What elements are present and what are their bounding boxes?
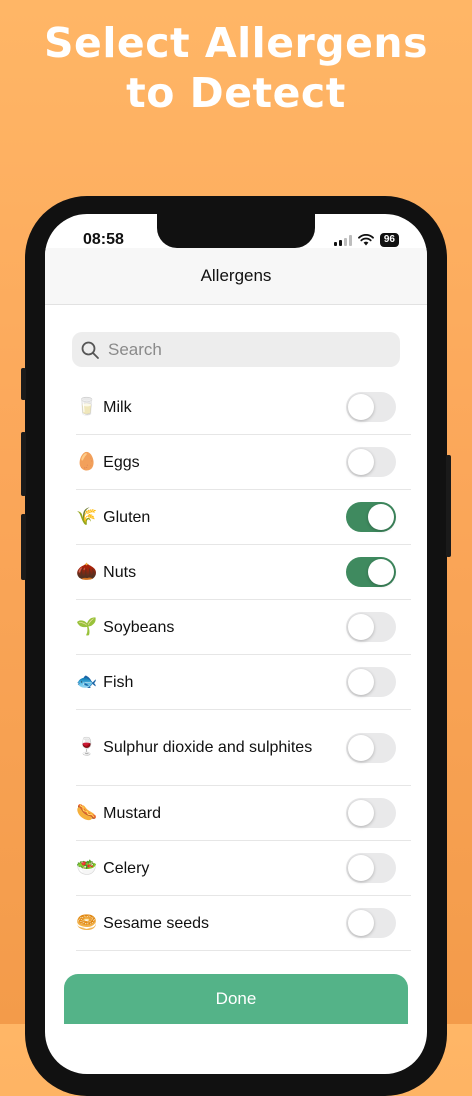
allergen-toggle[interactable] (346, 798, 396, 828)
allergen-toggle[interactable] (346, 612, 396, 642)
allergen-name: Soybeans (103, 618, 175, 636)
allergen-name: Sesame seeds (103, 914, 210, 932)
allergen-name: Mustard (103, 804, 161, 822)
allergen-row: 🥗 Celery (76, 841, 411, 896)
toggle-knob (348, 855, 374, 881)
allergen-emoji-icon: 🥗 (76, 857, 98, 878)
allergen-toggle[interactable] (346, 732, 396, 763)
allergen-label: 🥗 Celery (76, 856, 326, 881)
allergen-label: 🥛 Milk (76, 395, 326, 420)
allergen-emoji-icon: 🌰 (76, 561, 98, 582)
allergen-label: 🌾 Gluten (76, 505, 326, 530)
allergen-name: Milk (103, 398, 132, 416)
toggle-knob (348, 910, 374, 936)
allergen-list: 🥛 Milk 🥚 Eggs 🌾 Gluten 🌰 Nuts 🌱 Soybeans 🐟 Fish 🍷 Sul… (76, 380, 411, 951)
allergen-toggle[interactable] (346, 502, 396, 532)
allergen-toggle[interactable] (346, 447, 396, 477)
cellular-signal-icon (333, 234, 352, 246)
phone-screen: 08:58 96 Allergens 🥛 Milk 🥚 Eggs 🌾 Gluten 🌰 Nut… (45, 214, 427, 1074)
allergen-emoji-icon: 🐟 (76, 671, 98, 692)
allergen-row: 🌱 Soybeans (76, 600, 411, 655)
toggle-knob (368, 559, 394, 585)
allergen-label: 🐟 Fish (76, 670, 326, 695)
allergen-toggle[interactable] (346, 908, 396, 938)
headline-line-1: Select Allergens (44, 19, 428, 67)
allergen-name: Celery (103, 859, 150, 877)
allergen-toggle[interactable] (346, 557, 396, 587)
allergen-name: Sulphur dioxide and sulphites (103, 739, 313, 756)
allergen-emoji-icon: 🥚 (76, 451, 98, 472)
search-bar[interactable] (72, 332, 400, 367)
allergen-emoji-icon: 🥯 (76, 912, 98, 933)
allergen-row: 🌾 Gluten (76, 490, 411, 545)
toggle-knob (348, 800, 374, 826)
allergen-row: 🥯 Sesame seeds (76, 896, 411, 951)
allergen-toggle[interactable] (346, 853, 396, 883)
toggle-knob (368, 504, 394, 530)
phone-power-button (446, 455, 451, 557)
allergen-label: 🍷 Sulphur dioxide and sulphites (76, 735, 326, 760)
phone-mute-switch (21, 368, 26, 400)
allergen-label: 🥚 Eggs (76, 450, 326, 475)
allergen-label: 🌰 Nuts (76, 560, 326, 585)
allergen-emoji-icon: 🌭 (76, 802, 98, 823)
status-indicators: 96 (333, 233, 399, 247)
phone-volume-down (21, 514, 26, 580)
toggle-knob (348, 614, 374, 640)
headline-line-2: to Detect (126, 69, 346, 117)
allergen-name: Nuts (103, 563, 137, 581)
battery-icon: 96 (379, 233, 399, 247)
allergen-label: 🥯 Sesame seeds (76, 911, 326, 936)
search-input[interactable] (106, 338, 390, 361)
wifi-icon (357, 234, 374, 246)
navigation-bar: Allergens (45, 248, 427, 305)
allergen-emoji-icon: 🌱 (76, 616, 98, 637)
allergen-row: 🥚 Eggs (76, 435, 411, 490)
done-button[interactable]: Done (64, 974, 408, 1024)
search-icon (81, 341, 99, 359)
headline: Select Allergens to Detect (0, 18, 472, 118)
allergen-name: Eggs (103, 453, 140, 471)
allergen-row: 🐟 Fish (76, 655, 411, 710)
notch (157, 214, 315, 248)
phone-volume-up (21, 432, 26, 496)
toggle-knob (348, 394, 374, 420)
allergen-row: 🌰 Nuts (76, 545, 411, 600)
allergen-name: Fish (103, 673, 134, 691)
allergen-emoji-icon: 🌾 (76, 506, 98, 527)
allergen-row: 🌭 Mustard (76, 786, 411, 841)
allergen-label: 🌱 Soybeans (76, 615, 326, 640)
allergen-toggle[interactable] (346, 667, 396, 697)
allergen-row: 🥛 Milk (76, 380, 411, 435)
status-time: 08:58 (83, 231, 124, 248)
toggle-knob (348, 449, 374, 475)
page-title: Allergens (200, 266, 272, 285)
toggle-knob (348, 734, 374, 761)
allergen-row: 🍷 Sulphur dioxide and sulphites (76, 710, 411, 786)
allergen-name: Gluten (103, 508, 151, 526)
allergen-emoji-icon: 🥛 (76, 396, 98, 417)
toggle-knob (348, 669, 374, 695)
allergen-label: 🌭 Mustard (76, 801, 326, 826)
allergen-toggle[interactable] (346, 392, 396, 422)
allergen-emoji-icon: 🍷 (76, 737, 98, 757)
